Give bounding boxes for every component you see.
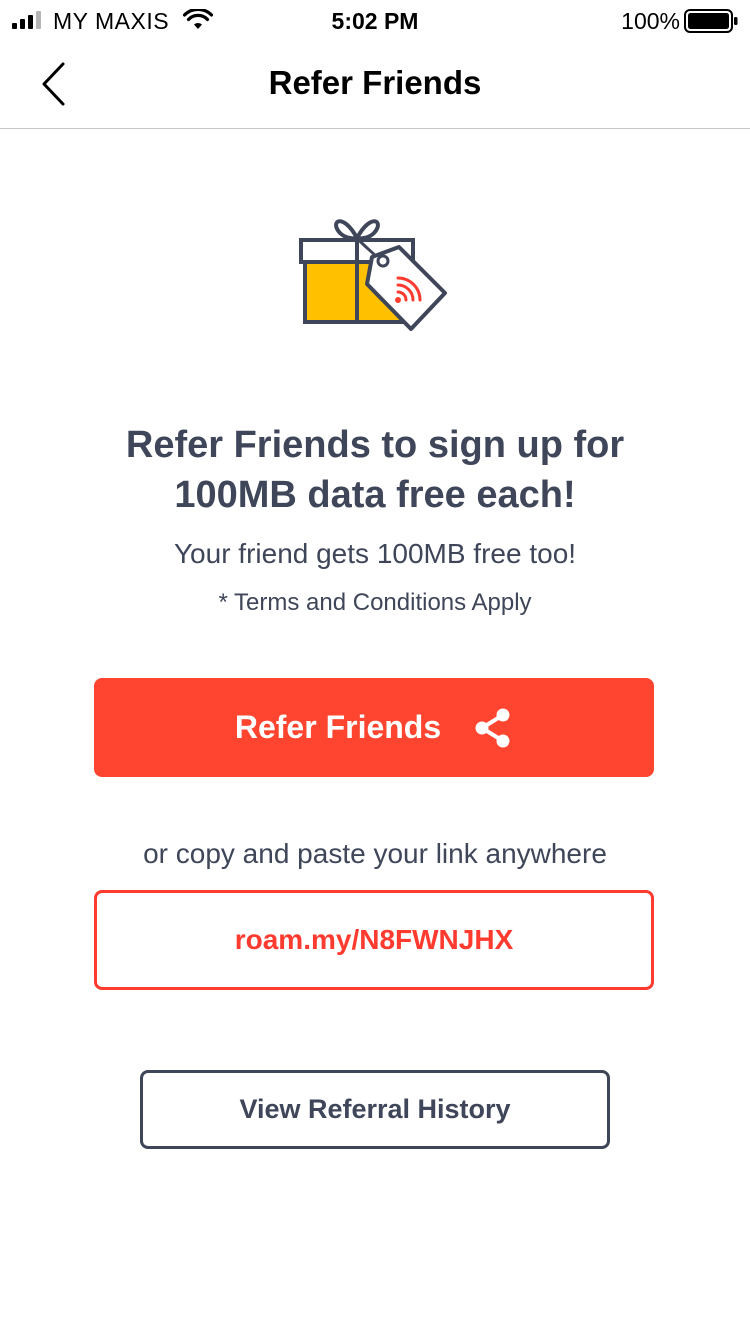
refer-button-label: Refer Friends xyxy=(234,709,442,745)
view-referral-history-button[interactable]: View Referral History xyxy=(140,1070,610,1149)
gift-tag-icon xyxy=(299,219,447,331)
page-title: Refer Friends xyxy=(268,64,482,101)
terms-text[interactable]: * Terms and Conditions Apply xyxy=(0,589,750,617)
subtext: Your friend gets 100MB free too! xyxy=(173,538,577,569)
battery-percentage: 100% xyxy=(621,8,680,34)
status-bar: MY MAXIS 5:02 PM 100% xyxy=(0,0,750,40)
refer-friends-button[interactable]: Refer Friends xyxy=(94,678,654,777)
share-icon xyxy=(475,708,510,747)
navigation-bar: Refer Friends xyxy=(0,40,750,129)
referral-link-field[interactable]: roam.my/N8FWNJHX xyxy=(94,890,654,990)
copy-hint: or copy and paste your link anywhere xyxy=(143,838,607,869)
battery-icon xyxy=(684,9,738,33)
headline: Refer Friends to sign up for 100MB data … xyxy=(125,424,625,516)
